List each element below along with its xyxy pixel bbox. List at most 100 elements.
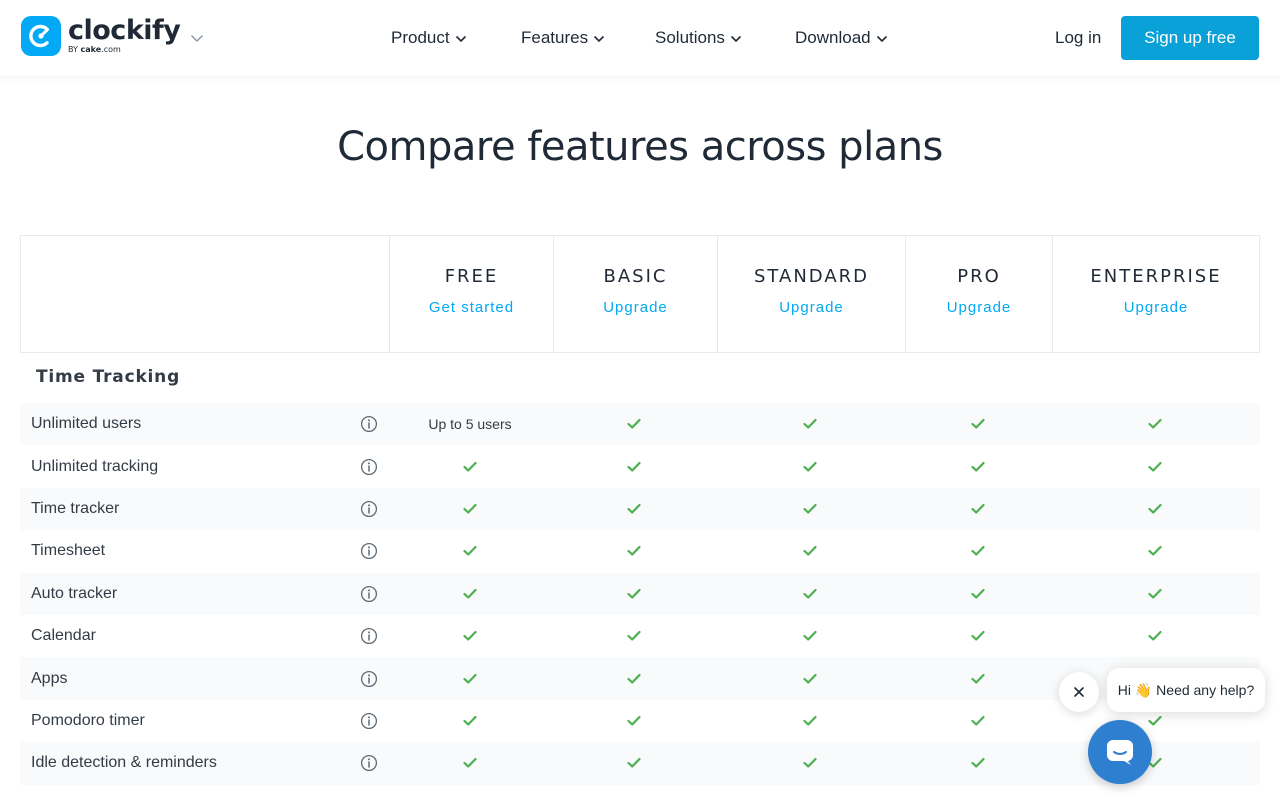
- upgrade-link[interactable]: Upgrade: [779, 299, 844, 316]
- check-icon: [803, 715, 817, 726]
- plan-limit-text: Up to 5 users: [428, 416, 512, 433]
- check-icon: [463, 503, 477, 514]
- check-icon: [463, 588, 477, 599]
- feature-label: Idle detection & reminders: [31, 754, 217, 772]
- check-icon: [463, 758, 477, 769]
- check-icon: [971, 673, 985, 684]
- plan-pro: PRO Upgrade: [906, 236, 1053, 352]
- plan-free: FREE Get started: [390, 236, 554, 352]
- check-icon: [803, 503, 817, 514]
- chevron-down-icon: [455, 35, 466, 43]
- logo-byline: BY cake.com: [68, 45, 121, 54]
- chevron-down-icon[interactable]: [190, 30, 204, 48]
- chevron-down-icon: [594, 35, 605, 43]
- check-icon: [463, 631, 477, 642]
- feature-label: Unlimited users: [31, 415, 142, 433]
- check-icon: [803, 588, 817, 599]
- check-icon: [463, 461, 477, 472]
- upgrade-link[interactable]: Upgrade: [947, 299, 1012, 316]
- check-icon: [627, 588, 641, 599]
- site-header: clockify BY cake.com Product Features So…: [0, 0, 1280, 76]
- info-icon[interactable]: [360, 458, 378, 481]
- plan-name: FREE: [444, 266, 499, 287]
- info-icon[interactable]: [360, 712, 378, 735]
- check-icon: [463, 673, 477, 684]
- check-icon: [627, 503, 641, 514]
- nav-product[interactable]: Product: [391, 28, 467, 48]
- check-icon: [1148, 461, 1162, 472]
- check-icon: [971, 631, 985, 642]
- feature-label: Pomodoro timer: [31, 711, 145, 729]
- check-icon: [803, 631, 817, 642]
- table-row: Timesheet: [20, 530, 1260, 572]
- nav-features[interactable]: Features: [521, 28, 605, 48]
- upgrade-link[interactable]: Upgrade: [1124, 299, 1189, 316]
- check-icon: [971, 588, 985, 599]
- check-icon: [1148, 546, 1162, 557]
- logo-wordmark: clockify: [68, 15, 181, 46]
- check-icon: [971, 758, 985, 769]
- table-row: Unlimited tracking: [20, 445, 1260, 487]
- get-started-link[interactable]: Get started: [429, 299, 514, 316]
- check-icon: [463, 546, 477, 557]
- signup-button[interactable]: Sign up free: [1121, 16, 1259, 60]
- plan-enterprise: ENTERPRISE Upgrade: [1053, 236, 1259, 352]
- info-icon[interactable]: [360, 542, 378, 565]
- close-icon: [1074, 687, 1084, 697]
- feature-label: Unlimited tracking: [31, 457, 159, 475]
- check-icon: [1148, 631, 1162, 642]
- upgrade-link[interactable]: Upgrade: [603, 299, 668, 316]
- table-row: Auto tracker: [20, 572, 1260, 615]
- check-icon: [627, 673, 641, 684]
- chat-launcher-button[interactable]: [1088, 720, 1152, 784]
- check-icon: [803, 758, 817, 769]
- chevron-down-icon: [730, 35, 742, 43]
- info-icon[interactable]: [360, 627, 378, 650]
- clockify-logo[interactable]: clockify BY cake.com: [21, 15, 181, 56]
- check-icon: [971, 715, 985, 726]
- table-row: Calendar: [20, 615, 1260, 657]
- plan-name: PRO: [957, 266, 1001, 287]
- chevron-down-icon: [876, 35, 887, 43]
- plan-name: BASIC: [603, 266, 668, 287]
- clockify-logo-icon: [21, 16, 61, 56]
- check-icon: [971, 503, 985, 514]
- feature-label: Calendar: [31, 627, 96, 645]
- check-icon: [803, 546, 817, 557]
- check-icon: [627, 546, 641, 557]
- check-icon: [627, 715, 641, 726]
- nav-solutions[interactable]: Solutions: [655, 28, 742, 48]
- plan-name: ENTERPRISE: [1090, 266, 1222, 287]
- feature-label: Time tracker: [31, 499, 120, 517]
- feature-label: Auto tracker: [31, 584, 118, 602]
- plans-header: FREE Get started BASIC Upgrade STANDARD …: [20, 235, 1260, 353]
- table-row: Time tracker: [20, 487, 1260, 531]
- plan-standard: STANDARD Upgrade: [718, 236, 906, 352]
- login-link[interactable]: Log in: [1055, 28, 1101, 48]
- info-icon[interactable]: [360, 415, 378, 438]
- check-icon: [463, 715, 477, 726]
- check-icon: [627, 631, 641, 642]
- check-icon: [627, 461, 641, 472]
- plan-basic: BASIC Upgrade: [554, 236, 718, 352]
- chat-greeting[interactable]: Hi 👋 Need any help?: [1107, 668, 1265, 712]
- feature-label: Timesheet: [31, 542, 106, 560]
- check-icon: [971, 546, 985, 557]
- table-row: Idle detection & reminders: [20, 742, 1260, 785]
- check-icon: [627, 758, 641, 769]
- info-icon[interactable]: [360, 585, 378, 608]
- check-icon: [971, 461, 985, 472]
- check-icon: [1148, 588, 1162, 599]
- check-icon: [1148, 419, 1162, 430]
- nav-download[interactable]: Download: [795, 28, 888, 48]
- chat-close-button[interactable]: [1059, 672, 1099, 712]
- info-icon[interactable]: [360, 500, 378, 523]
- info-icon[interactable]: [360, 754, 378, 777]
- chat-icon: [1107, 740, 1133, 765]
- feature-label: Apps: [31, 669, 68, 687]
- check-icon: [971, 419, 985, 430]
- check-icon: [627, 419, 641, 430]
- info-icon[interactable]: [360, 670, 378, 693]
- check-icon: [803, 461, 817, 472]
- page-title: Compare features across plans: [337, 124, 943, 170]
